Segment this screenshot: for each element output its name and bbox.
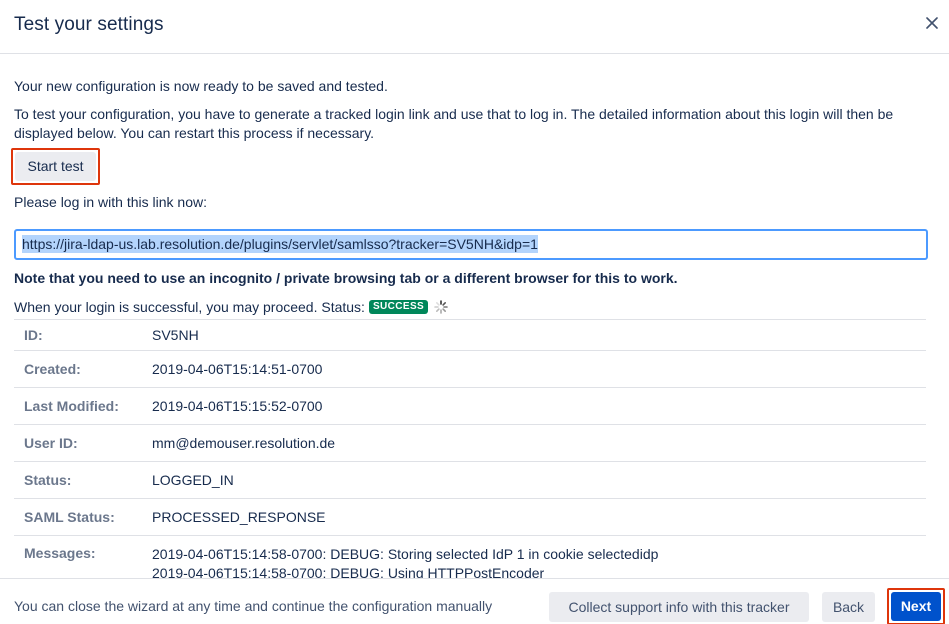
row-label: ID: — [14, 319, 152, 351]
next-button[interactable]: Next — [891, 592, 941, 621]
next-highlight: Next — [887, 588, 945, 624]
table-row: ID: SV5NH — [14, 319, 926, 351]
status-badge: SUCCESS — [368, 300, 429, 314]
table-row: SAML Status: PROCESSED_RESPONSE — [14, 498, 926, 536]
spinner-icon — [434, 300, 448, 314]
start-test-button[interactable]: Start test — [15, 152, 96, 181]
intro-text: Your new configuration is now ready to b… — [14, 78, 388, 94]
messages-value: 2019-04-06T15:14:58-0700: DEBUG: Storing… — [152, 535, 926, 578]
row-value: 2019-04-06T15:15:52-0700 — [152, 387, 926, 425]
footer-hint: You can close the wizard at any time and… — [14, 598, 493, 614]
messages-label: Messages: — [14, 535, 152, 578]
start-test-highlight: Start test — [11, 148, 100, 185]
row-label: Last Modified: — [14, 387, 152, 425]
dialog-footer: You can close the wizard at any time and… — [0, 578, 949, 624]
link-prompt: Please log in with this link now: — [14, 194, 207, 210]
status-prefix: When your login is successful, you may p… — [14, 299, 365, 315]
login-link-field[interactable]: https://jira-ldap-us.lab.resolution.de/p… — [14, 229, 928, 260]
back-button[interactable]: Back — [822, 592, 875, 622]
row-value: SV5NH — [152, 319, 926, 351]
table-row: Status: LOGGED_IN — [14, 461, 926, 499]
tracker-details-table: ID: SV5NH Created: 2019-04-06T15:14:51-0… — [14, 319, 926, 578]
table-row: Created: 2019-04-06T15:14:51-0700 — [14, 350, 926, 388]
row-label: Created: — [14, 350, 152, 388]
row-value: PROCESSED_RESPONSE — [152, 498, 926, 536]
status-line: When your login is successful, you may p… — [14, 299, 448, 315]
table-row: User ID: mm@demouser.resolution.de — [14, 424, 926, 462]
dialog-body: Your new configuration is now ready to b… — [0, 55, 949, 578]
instructions-text: To test your configuration, you have to … — [14, 106, 894, 141]
row-value: mm@demouser.resolution.de — [152, 424, 926, 462]
dialog-header: Test your settings — [0, 0, 949, 54]
login-link-text: https://jira-ldap-us.lab.resolution.de/p… — [22, 235, 538, 253]
dialog-title: Test your settings — [14, 14, 164, 35]
incognito-note: Note that you need to use an incognito /… — [14, 270, 678, 286]
message-line: 2019-04-06T15:14:58-0700: DEBUG: Storing… — [152, 546, 659, 562]
close-icon[interactable] — [923, 14, 941, 32]
table-row: Last Modified: 2019-04-06T15:15:52-0700 — [14, 387, 926, 425]
row-label: Status: — [14, 461, 152, 499]
row-value: 2019-04-06T15:14:51-0700 — [152, 350, 926, 388]
test-settings-dialog: Test your settings Your new configuratio… — [0, 0, 949, 624]
row-label: User ID: — [14, 424, 152, 462]
messages-row: Messages: 2019-04-06T15:14:58-0700: DEBU… — [14, 535, 926, 578]
row-value: LOGGED_IN — [152, 461, 926, 499]
collect-support-info-button[interactable]: Collect support info with this tracker — [549, 592, 809, 622]
message-line: 2019-04-06T15:14:58-0700: DEBUG: Using H… — [152, 565, 545, 578]
row-label: SAML Status: — [14, 498, 152, 536]
